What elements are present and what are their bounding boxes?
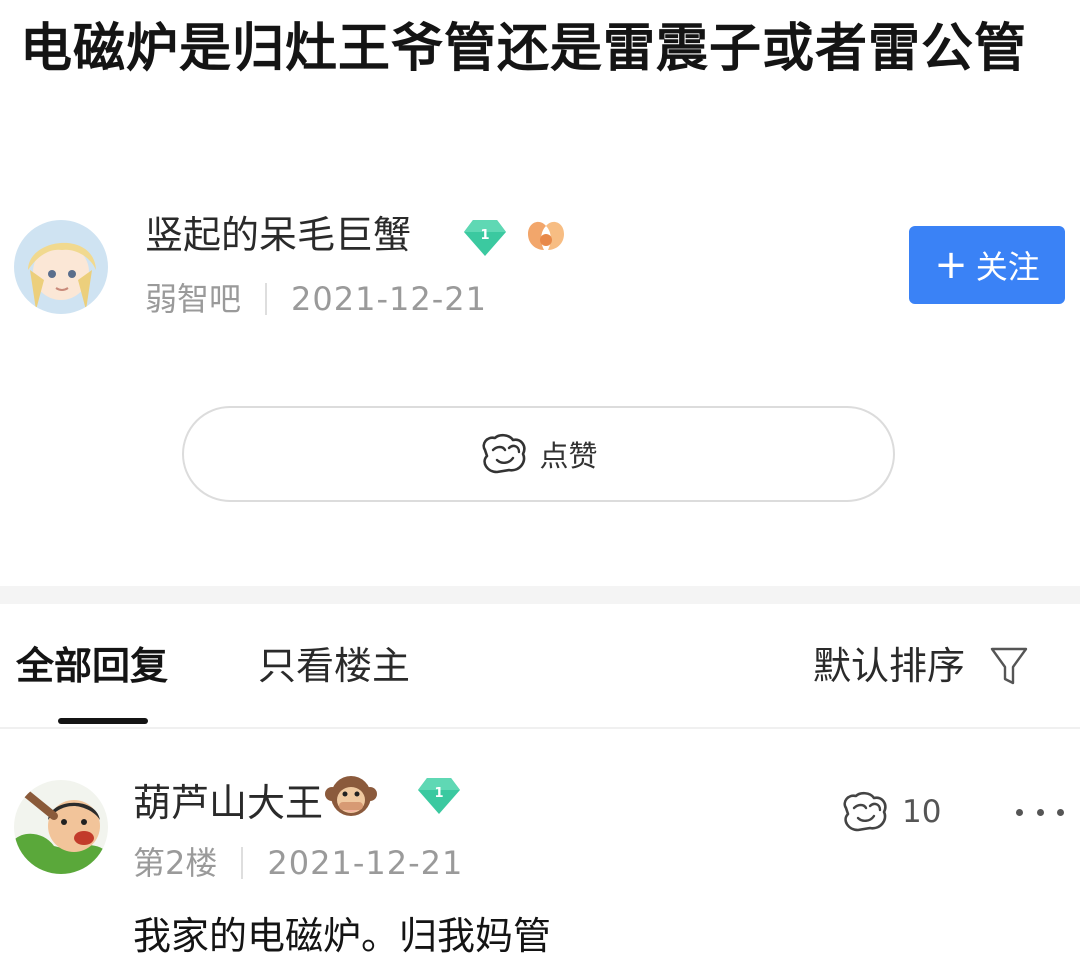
reply-author-name[interactable]: 葫芦山大王 [133,772,378,834]
reply-avatar[interactable] [14,780,108,874]
like-hand-icon [843,791,887,832]
reply-meta: 第2楼 2021-12-21 [133,840,463,886]
sort-label: 默认排序 [813,644,966,688]
tab-all-replies[interactable]: 全部回复 [16,636,168,696]
sort-dropdown[interactable]: 默认排序 [813,636,1029,696]
author-avatar[interactable] [14,220,108,314]
like-label: 点赞 [539,439,598,473]
tab-divider [0,727,1080,729]
filter-funnel-icon [990,647,1028,685]
meta-divider [241,847,244,879]
flower-badge-icon [524,218,568,254]
active-tab-indicator [58,718,148,724]
reply-like-button[interactable]: 10 [840,790,941,834]
level-diamond-icon: 1 [462,218,508,258]
post-date: 2021-12-21 [291,280,487,318]
section-divider [0,586,1080,604]
forum-name[interactable]: 弱智吧 [145,276,241,322]
level-diamond-icon: 1 [416,776,462,816]
tab-only-op[interactable]: 只看楼主 [258,636,410,696]
reply-content: 我家的电磁炉。归我妈管 [133,914,552,958]
like-button[interactable]: 点赞 [182,406,895,502]
post-title: 电磁炉是归灶王爷管还是雷震子或者雷公管 [20,19,1028,79]
follow-label: 关注 [975,248,1040,286]
reply-date: 2021-12-21 [267,844,464,882]
reply-level: 1 [434,786,443,801]
plus-icon: + [934,242,968,288]
follow-button[interactable]: + 关注 [909,226,1065,304]
monkey-emoji-icon [325,772,378,834]
meta-divider [265,283,268,315]
author-level: 1 [480,228,489,243]
author-meta: 弱智吧 2021-12-21 [145,276,487,322]
reply-author-text: 葫芦山大王 [133,781,324,825]
more-dots-icon[interactable] [1016,800,1064,824]
author-name[interactable]: 竖起的呆毛巨蟹 [145,208,411,262]
reply-floor: 第2楼 [133,844,218,882]
reply-like-count: 10 [902,794,942,830]
like-hand-icon [482,433,527,474]
